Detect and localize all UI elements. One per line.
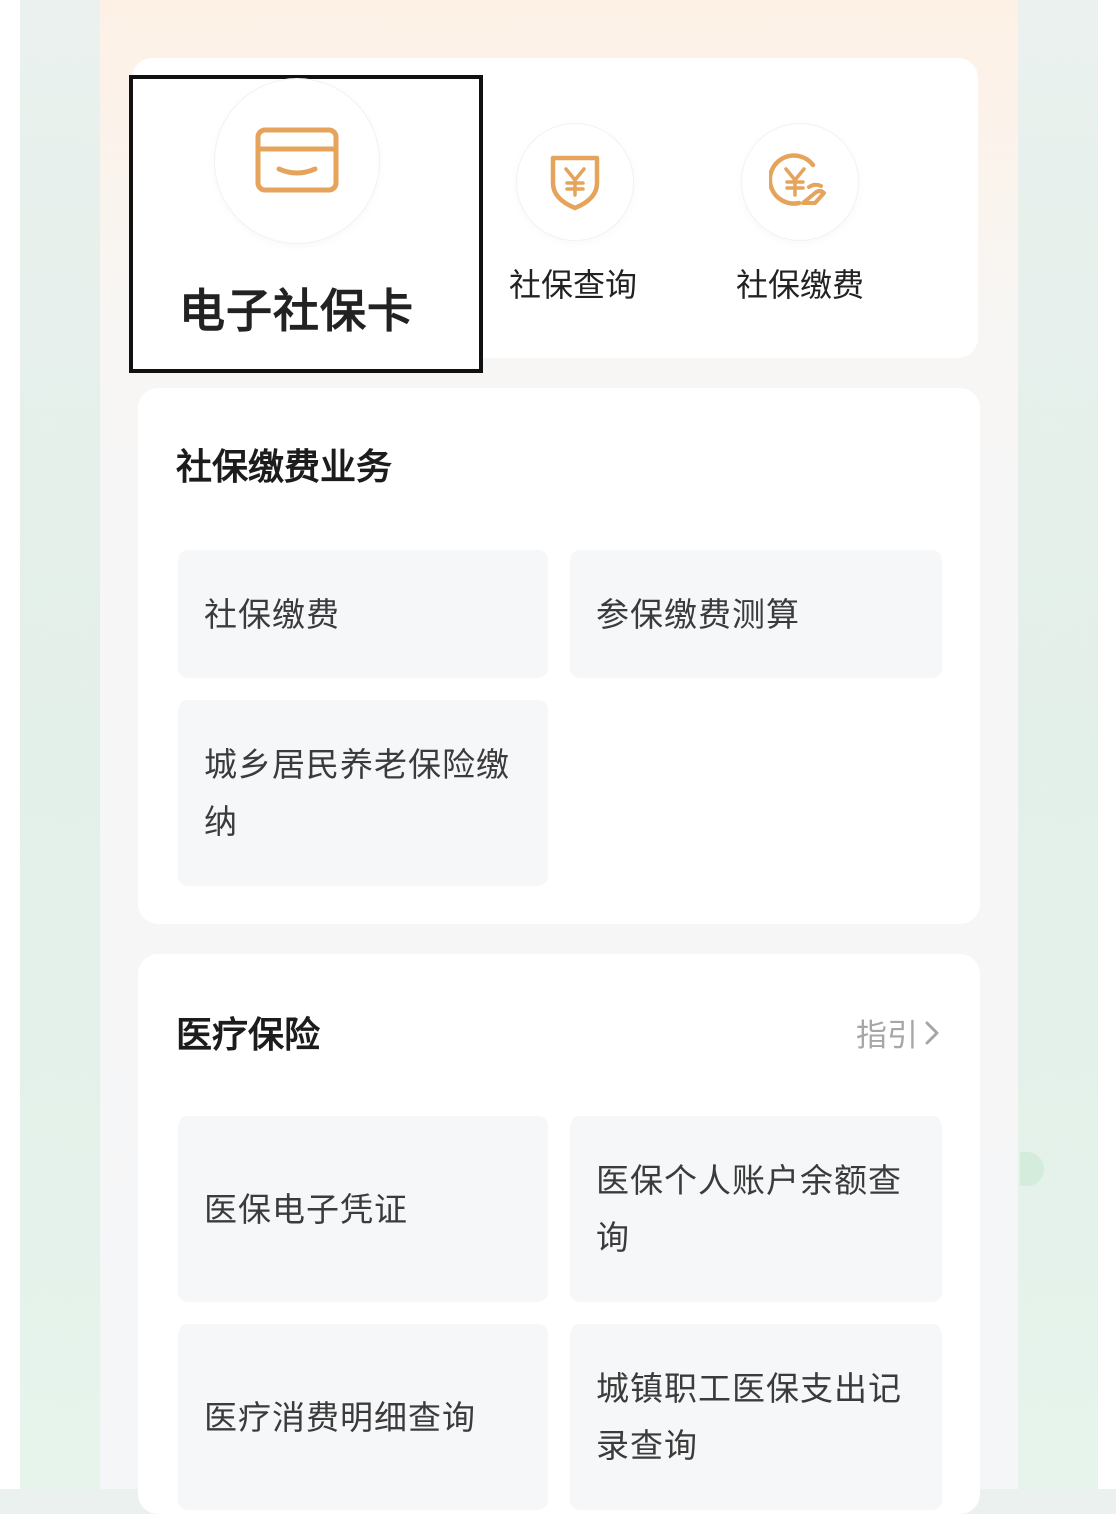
tile-e-voucher[interactable]: 医保电子凭证 — [178, 1116, 548, 1302]
floating-tab[interactable] — [1020, 1152, 1044, 1186]
section-title: 医疗保险 — [176, 1015, 321, 1056]
quick-item-label: 社保查询 — [509, 266, 638, 304]
guide-link[interactable]: 指引 — [856, 1010, 940, 1055]
tile-expense-record[interactable]: 城镇职工医保支出记录查询 — [570, 1324, 942, 1510]
shield-yen-icon — [550, 155, 600, 211]
guide-label: 指引 — [856, 1018, 918, 1054]
medical-section-card: 医疗保险 指引 医保电子凭证 医保个人账户余额查询 医疗消费明细查询 城镇职工医… — [138, 954, 980, 1514]
pay-section-card: 社保缴费业务 社保缴费 参保缴费测算 城乡居民养老保险缴纳 — [138, 388, 980, 924]
tile-consumption-detail[interactable]: 医疗消费明细查询 — [178, 1324, 548, 1510]
social-pay-icon-wrap — [742, 124, 858, 240]
section-title: 社保缴费业务 — [176, 447, 393, 488]
left-edge — [0, 0, 20, 1489]
quick-item-social-pay[interactable]: 社保缴费 — [730, 124, 870, 304]
e-card-icon-wrap — [215, 79, 379, 243]
quick-item-social-query[interactable]: 社保查询 — [505, 124, 645, 304]
tile-social-pay[interactable]: 社保缴费 — [178, 550, 548, 678]
social-query-icon-wrap — [517, 124, 633, 240]
quick-item-e-card[interactable]: 电子社保卡 — [129, 75, 483, 373]
right-edge — [1098, 0, 1116, 1489]
tile-resident-pension[interactable]: 城乡居民养老保险缴纳 — [178, 700, 548, 886]
chevron-right-icon — [925, 1021, 939, 1044]
tile-pay-estimate[interactable]: 参保缴费测算 — [570, 550, 942, 678]
tile-account-balance[interactable]: 医保个人账户余额查询 — [570, 1116, 942, 1302]
quick-item-label: 电子社保卡 — [179, 284, 414, 338]
yen-hand-icon — [769, 153, 826, 206]
card-icon — [255, 127, 339, 193]
quick-item-label: 社保缴费 — [736, 266, 865, 304]
